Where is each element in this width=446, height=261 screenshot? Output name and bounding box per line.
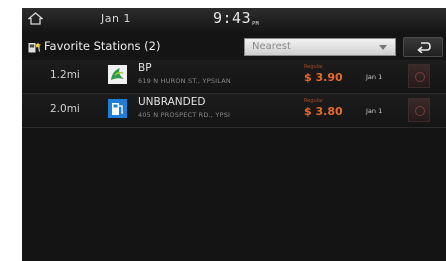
station-address: 405 N PROSPECT RD., YPSI [138,111,231,119]
status-ampm: PM [252,21,260,27]
remove-icon [415,72,425,82]
remove-icon [415,106,425,116]
status-time: 9:43PM [213,9,260,27]
fuel-type-label: Regular [304,98,324,104]
station-distance: 2.0mi [50,103,80,115]
header-bar: Favorite Stations (2) Nearest [22,33,446,59]
station-row[interactable]: 2.0mi UNBRANDED 405 N PROSPECT RD., YPSI… [22,94,446,128]
station-name: BP [138,62,152,74]
sort-dropdown[interactable]: Nearest [244,38,396,56]
navigation-screen: Jan 1 9:43PM Favorite Stations (2) Neare… [22,8,446,261]
station-address: 619 N HURON ST., YPSILAN [138,77,231,85]
sort-selected-value: Nearest [252,41,291,52]
dropdown-arrow-icon [379,45,387,50]
fuel-price: $ 3.80 [304,105,343,118]
home-icon [28,12,43,25]
fuel-type-label: Regular [304,64,324,70]
status-bar: Jan 1 9:43PM [22,8,446,32]
station-distance: 1.2mi [50,69,80,81]
price-updated-date: Jan 1 [366,107,383,115]
price-updated-date: Jan 1 [366,73,383,81]
home-button[interactable] [22,8,50,30]
fuel-price: $ 3.90 [304,71,343,84]
remove-favorite-button[interactable] [408,64,430,88]
gas-pump-icon [108,99,127,118]
status-date: Jan 1 [101,12,131,25]
back-button[interactable] [403,37,443,57]
station-row[interactable]: 1.2mi BP 619 N HURON ST., YPSILAN Regula… [22,60,446,94]
station-name: UNBRANDED [138,96,206,108]
page-title: Favorite Stations (2) [44,39,161,53]
favorite-station-icon [28,42,41,53]
bp-logo-icon [108,65,127,84]
back-arrow-icon [417,42,431,53]
remove-favorite-button[interactable] [408,98,430,122]
